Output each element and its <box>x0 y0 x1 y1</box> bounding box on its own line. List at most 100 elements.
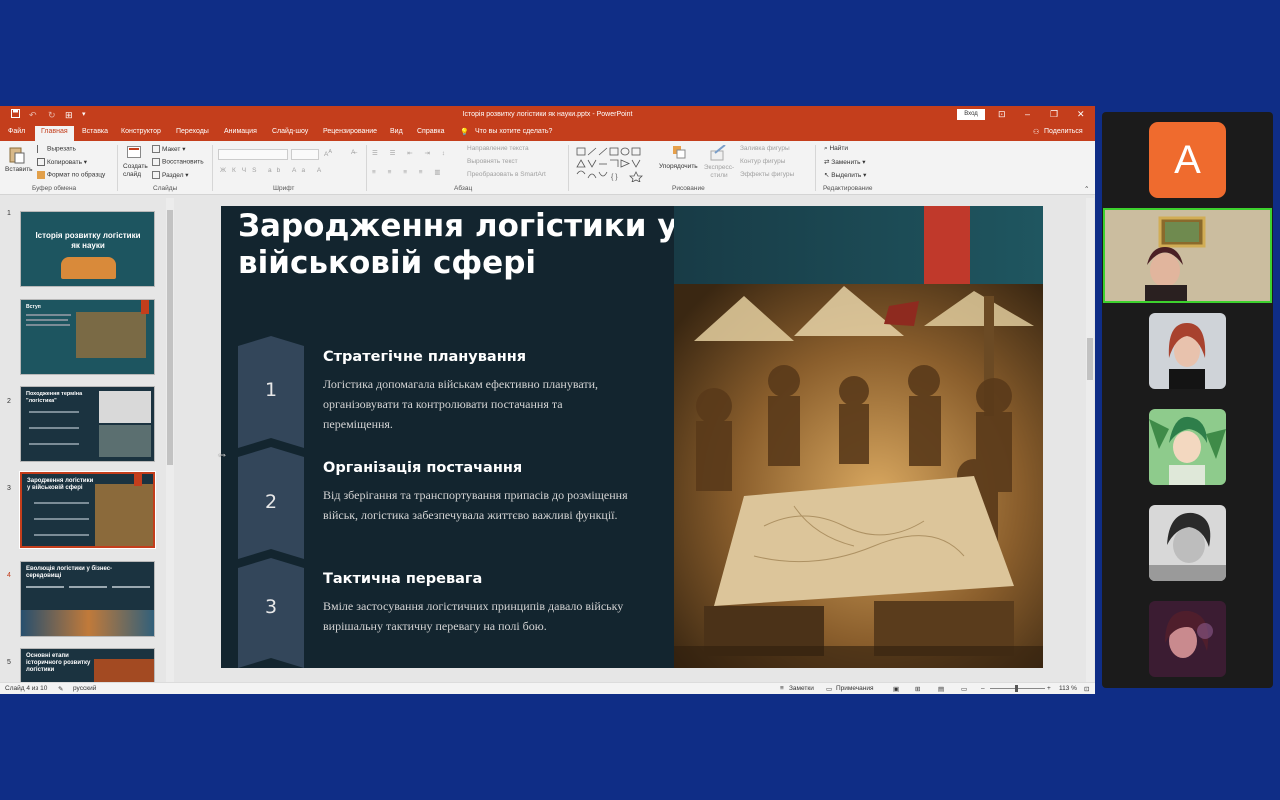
font-family-select[interactable] <box>218 149 288 160</box>
select-button[interactable]: ↖ Выделить ▾ <box>824 171 866 179</box>
layout-button[interactable]: Макет ▾ <box>152 145 185 154</box>
cut-button[interactable]: Вырезать <box>37 145 76 153</box>
slide-title[interactable]: Зародження логістики у військовій сфері <box>238 208 678 282</box>
share-button[interactable]: Поделиться <box>1044 128 1083 135</box>
notes-button[interactable]: Заметки <box>789 685 814 692</box>
font-style-icons[interactable]: ЖКЧS <box>220 167 262 174</box>
new-slide-button[interactable]: Создать слайд <box>123 163 153 179</box>
slide-thumbnail-6[interactable]: Основні етапи історичного розвитку логіс… <box>20 648 155 682</box>
comments-button[interactable]: Примечания <box>836 685 874 692</box>
tab-home[interactable]: Главная <box>35 126 74 141</box>
align-icons[interactable]: ≡ ≡ ≡ ≡ ▥ <box>372 168 446 176</box>
paste-button[interactable]: Вставить <box>5 166 33 173</box>
copy-button[interactable]: Копировать ▾ <box>37 158 87 167</box>
participant-video[interactable] <box>1149 313 1226 389</box>
fit-to-window-icon[interactable]: ⊡ <box>1084 685 1089 693</box>
reading-view-icon[interactable]: ▤ <box>938 685 944 693</box>
reset-button[interactable]: Восстановить <box>152 158 204 166</box>
thumb-number: 4 <box>7 572 11 579</box>
minimize-button[interactable]: – <box>1025 108 1030 121</box>
cut-label: Вырезать <box>47 145 76 153</box>
shape-effects-button[interactable]: Эффекты фигуры <box>740 171 794 178</box>
font-spacing-icons[interactable]: аb Аа А <box>268 167 326 174</box>
format-painter-button[interactable]: Формат по образцу <box>37 171 105 179</box>
sign-in-button[interactable]: Вход <box>957 109 985 120</box>
shapes-gallery[interactable]: { } <box>575 146 657 183</box>
participant-video[interactable] <box>1149 505 1226 581</box>
new-slide-icon[interactable] <box>127 146 141 160</box>
step-number: 1 <box>264 379 278 401</box>
tab-transitions[interactable]: Переходы <box>176 128 209 135</box>
slide-thumbnail-2[interactable]: Вступ <box>20 299 155 375</box>
thumb-text-line <box>34 502 89 504</box>
tab-animations[interactable]: Анимация <box>224 128 257 135</box>
tell-me-search[interactable]: Что вы хотите сделать? <box>475 128 552 135</box>
restore-button[interactable]: ❐ <box>1050 108 1058 121</box>
tab-help[interactable]: Справка <box>417 128 444 135</box>
smartart-button[interactable]: Преобразовать в SmartArt <box>467 171 546 178</box>
thumb-title: Вступ <box>26 304 41 310</box>
thumb-number: 1 <box>7 210 11 217</box>
replace-button[interactable]: ⇄ Заменить ▾ <box>824 158 866 166</box>
arrange-button[interactable]: Упорядочить <box>659 163 698 170</box>
step-description: Від зберігання та транспортування припас… <box>323 488 628 522</box>
zoom-out-button[interactable]: – <box>981 685 985 692</box>
slide-thumbnail-1[interactable]: Історія розвитку логістики як науки <box>20 211 155 287</box>
slideshow-view-icon[interactable]: ▭ <box>961 685 967 693</box>
participant-avatar[interactable]: A <box>1149 122 1226 198</box>
thumb-text-line <box>34 518 89 520</box>
arrange-icon[interactable] <box>672 145 686 161</box>
tab-file[interactable]: Файл <box>8 128 25 135</box>
increase-font-icon[interactable]: AA <box>324 149 332 158</box>
list-icons[interactable]: ☰ ☰ ⇤ ⇥ ↕ <box>372 149 450 157</box>
zoom-slider-thumb[interactable] <box>1015 685 1018 692</box>
section-button[interactable]: Раздел ▾ <box>152 171 189 180</box>
tab-view[interactable]: Вид <box>390 128 403 135</box>
language-indicator[interactable]: русский <box>73 685 96 692</box>
divider <box>366 145 367 191</box>
slide-scrollbar[interactable] <box>1086 198 1094 682</box>
clear-formatting-icon[interactable]: A̶ <box>351 149 355 156</box>
shape-fill-button[interactable]: Заливка фигуры <box>740 145 790 152</box>
collapse-ribbon-icon[interactable]: ⌃ <box>1084 185 1089 193</box>
zoom-level[interactable]: 113 % <box>1059 685 1077 692</box>
paragraph-group-label: Абзац <box>454 185 473 192</box>
slide-thumbnail-4[interactable]: Зародження логістики у військовій сфері <box>19 471 156 549</box>
tab-insert[interactable]: Вставка <box>82 128 108 135</box>
layout-icon <box>152 145 160 154</box>
quick-styles-icon[interactable] <box>709 144 727 163</box>
thumb-text-line <box>26 314 71 316</box>
slide-canvas[interactable]: Зародження логістики у військовій сфері … <box>221 206 1043 668</box>
thumb-text-line <box>26 319 68 321</box>
thumb-text-line <box>26 586 64 588</box>
tab-design[interactable]: Конструктор <box>121 128 161 135</box>
ribbon-display-options-icon[interactable]: ⊡ <box>998 108 1006 121</box>
slide-thumbnail-3[interactable]: Походження терміна "логістика" <box>20 386 155 462</box>
slides-group-label: Слайды <box>153 185 178 192</box>
tab-review[interactable]: Рецензирование <box>323 128 377 135</box>
participant-video[interactable] <box>1149 601 1226 677</box>
slide-sorter-icon[interactable]: ⊞ <box>915 685 920 693</box>
thumbnails-scrollbar[interactable] <box>166 198 174 682</box>
participant-video[interactable] <box>1149 409 1226 485</box>
section-label: Раздел <box>162 172 184 179</box>
quick-styles-button[interactable]: Экспресс-стили <box>703 164 735 180</box>
step-heading: Стратегічне планування <box>323 349 527 365</box>
normal-view-icon[interactable]: ▣ <box>893 685 899 693</box>
thumb-title: Еволюція логістики у бізнес-середовищі <box>26 566 113 579</box>
participant-video-active-speaker[interactable] <box>1103 208 1272 303</box>
text-direction-button[interactable]: Направление текста <box>467 145 529 152</box>
paste-icon[interactable] <box>9 146 25 166</box>
tab-slideshow[interactable]: Слайд-шоу <box>272 128 308 135</box>
font-size-select[interactable] <box>291 149 319 160</box>
scroll-thumb[interactable] <box>167 210 173 465</box>
find-button[interactable]: ⌕ Найти <box>824 145 848 153</box>
close-button[interactable]: ✕ <box>1077 108 1085 121</box>
notes-icon: ≡ <box>780 685 784 692</box>
scroll-thumb[interactable] <box>1087 338 1093 380</box>
spellcheck-icon[interactable]: ✎ <box>58 685 63 693</box>
align-text-button[interactable]: Выровнять текст <box>467 158 518 165</box>
zoom-in-button[interactable]: + <box>1047 685 1051 692</box>
shape-outline-button[interactable]: Контур фигуры <box>740 158 785 165</box>
slide-thumbnail-5[interactable]: Еволюція логістики у бізнес-середовищі <box>20 561 155 637</box>
